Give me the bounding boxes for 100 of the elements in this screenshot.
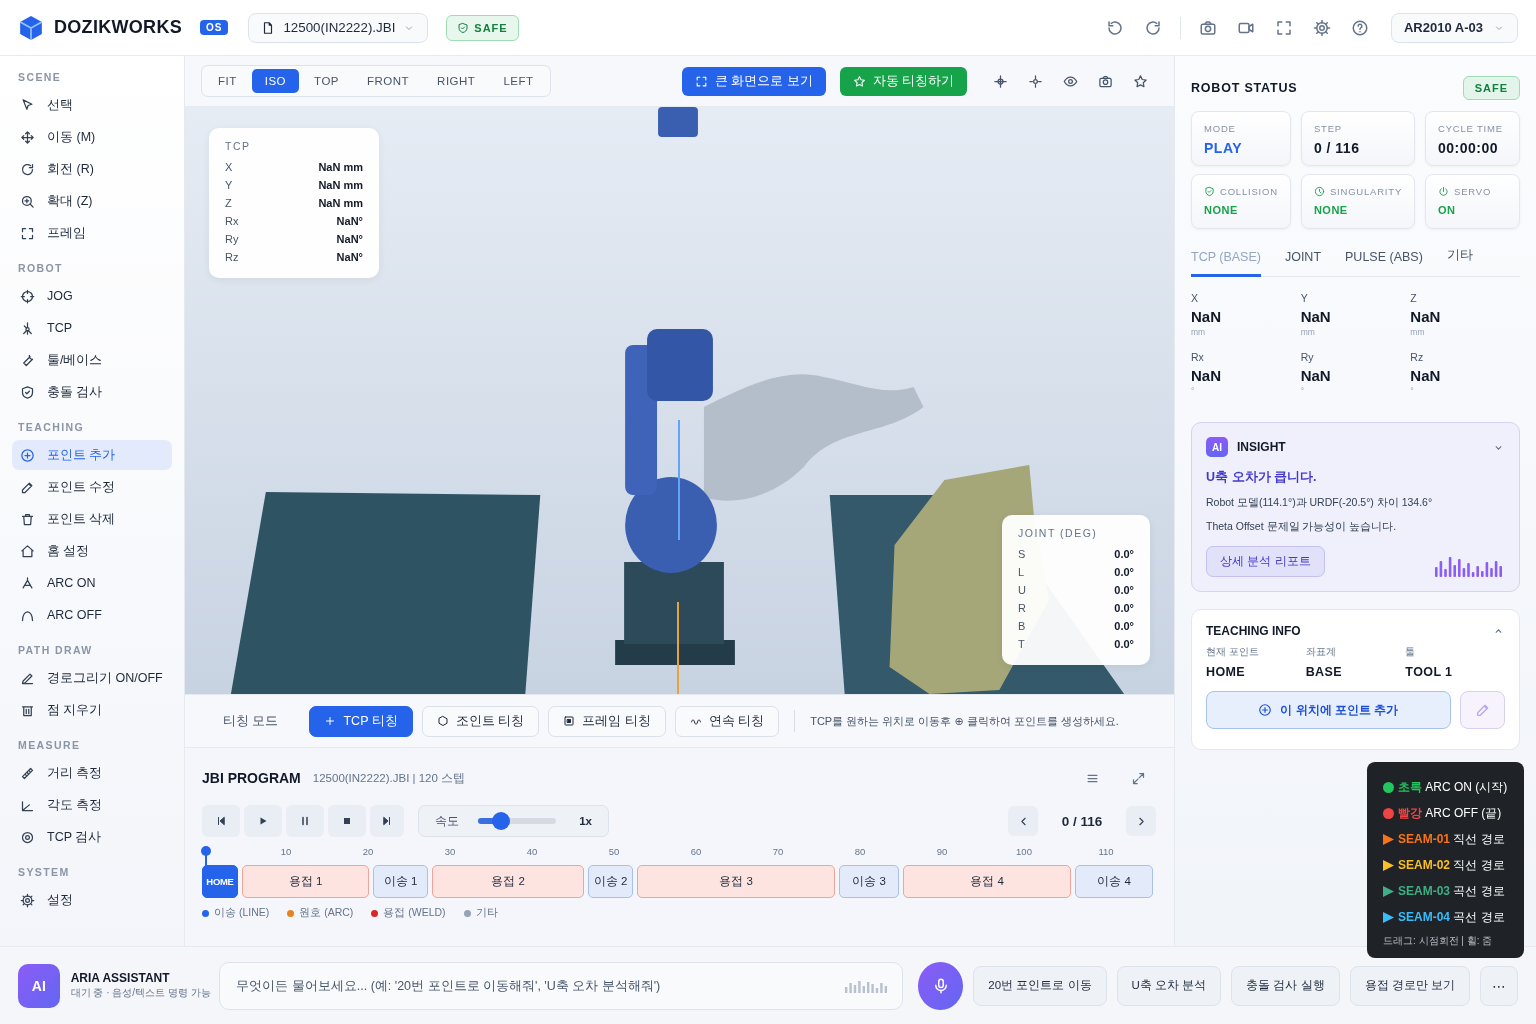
speed-value: 1x — [579, 815, 592, 827]
tick-label: 90 — [935, 846, 949, 859]
teach-mode-button[interactable]: TCP 티칭 — [309, 705, 413, 737]
view-tab[interactable]: LEFT — [490, 69, 547, 93]
hint-text: 드래그: 시점회전 | 휠: 줌 — [1383, 934, 1494, 948]
view-tab[interactable]: FIT — [205, 69, 250, 93]
tick-label: 60 — [689, 846, 703, 859]
safety-badge: SAFE — [1462, 76, 1520, 100]
quick-action-button[interactable]: 충돌 검사 실행 — [1231, 965, 1340, 1006]
sidebar-item[interactable]: 홈 설정 — [12, 536, 172, 566]
fullscreen-button[interactable]: 큰 화면으로 보기 — [681, 66, 826, 96]
sidebar-item[interactable]: 툴/베이스 — [12, 345, 172, 375]
sidebar-item[interactable]: ARC ON — [12, 568, 172, 598]
assistant-status: 대기 중 · 음성/텍스트 명령 가능 — [70, 986, 212, 1000]
coordinate-tab[interactable]: PULSE (ABS) — [1345, 250, 1423, 277]
axis-label: Rz — [1410, 351, 1425, 363]
sidebar-item[interactable]: 프레임 — [12, 218, 172, 248]
legend-text: SEAM-02 직선 경로 — [1398, 856, 1505, 874]
unit-label: ° — [1191, 386, 1196, 396]
sidebar-item[interactable]: 이동 (M) — [12, 122, 172, 152]
status-value: NONE — [1204, 204, 1239, 216]
sidebar-item[interactable]: 포인트 삭제 — [12, 504, 172, 534]
sidebar-item[interactable]: 설정 — [12, 885, 172, 915]
tick-label: 10 — [279, 846, 293, 859]
program-segment[interactable]: 용접 3 — [637, 865, 835, 898]
program-segment[interactable]: HOME — [202, 865, 238, 898]
axis-value: NaN — [1191, 308, 1222, 325]
program-segment[interactable]: 용접 1 — [242, 865, 369, 898]
insight-text: Theta Offset 문제일 가능성이 높습니다. — [1206, 520, 1398, 534]
view-tab[interactable]: FRONT — [354, 69, 423, 93]
section-title: ROBOT — [18, 261, 64, 276]
field-value: TOOL 1 — [1405, 665, 1454, 679]
program-segment[interactable]: 이송 3 — [839, 865, 899, 898]
sidebar-item[interactable]: 포인트 수정 — [12, 472, 172, 502]
quick-action-button[interactable]: 20번 포인트로 이동 — [973, 965, 1107, 1006]
axis-label: Rz — [225, 250, 239, 265]
unit-label: mm — [1191, 327, 1207, 337]
sidebar-item[interactable]: 포인트 추가 — [12, 440, 172, 470]
axis-label: X — [1191, 292, 1199, 304]
field-value: BASE — [1305, 665, 1343, 679]
axis-value: NaN — [1410, 367, 1442, 384]
file-selector[interactable]: 12500(IN2222).JBI — [248, 12, 429, 43]
report-button[interactable]: 상세 분석 리포트 — [1206, 546, 1325, 577]
status-value: ON — [1438, 204, 1457, 216]
axis-label: Y — [1300, 292, 1309, 304]
sidebar-item[interactable]: 점 지우기 — [12, 695, 172, 725]
sidebar-item[interactable]: 충돌 검사 — [12, 377, 172, 407]
teach-mode-button[interactable]: 연속 티칭 — [674, 705, 780, 737]
program-segment[interactable]: 용접 2 — [432, 865, 584, 898]
coordinate-tab[interactable]: JOINT — [1284, 250, 1322, 277]
card-title: TEACHING INFO — [1206, 624, 1302, 638]
axis-value: 0.0° — [1114, 547, 1134, 562]
program-segment[interactable]: 이송 1 — [373, 865, 428, 898]
view-tab[interactable]: ISO — [251, 69, 300, 93]
section-title: SYSTEM — [18, 865, 71, 880]
robot-selector[interactable]: AR2010 A-03 — [1391, 12, 1518, 43]
tick-label: 80 — [853, 846, 867, 859]
program-segment[interactable]: 용접 4 — [903, 865, 1071, 898]
sidebar-item[interactable]: 회전 (R) — [12, 154, 172, 184]
sidebar-item[interactable]: 거리 측정 — [12, 758, 172, 788]
sidebar-item[interactable]: ARC OFF — [12, 600, 172, 630]
program-segment[interactable]: 이송 2 — [588, 865, 633, 898]
view-tab[interactable]: TOP — [301, 69, 352, 93]
legend-item: 이송 (LINE) — [202, 906, 270, 920]
sidebar-item[interactable]: 경로그리기 ON/OFF — [12, 663, 172, 693]
program-segment[interactable]: 이송 4 — [1075, 865, 1153, 898]
axis-label: Y — [225, 178, 233, 193]
teach-mode-button[interactable]: 프레임 티칭 — [548, 705, 666, 737]
tick-label: 100 — [1015, 846, 1033, 859]
quick-action-button[interactable]: U축 오차 분석 — [1116, 965, 1222, 1006]
panel-title: JOINT (DEG) — [1018, 527, 1099, 539]
status-value: 00:00:00 — [1438, 140, 1500, 156]
teach-mode-label: 티칭 모드 — [223, 712, 279, 730]
axis-value: NaN — [1410, 308, 1442, 325]
teach-mode-button[interactable]: 조인트 티칭 — [421, 705, 540, 737]
sidebar-item[interactable]: 선택 — [12, 90, 172, 120]
section-title: SCENE — [18, 70, 63, 85]
sidebar-item[interactable]: JOG — [12, 281, 172, 311]
panel-title: ROBOT STATUS — [1191, 81, 1298, 95]
program-title: JBI PROGRAM — [202, 770, 301, 786]
status-label: MODE — [1204, 122, 1236, 134]
sidebar-item[interactable]: TCP 검사 — [12, 822, 172, 852]
more-button[interactable]: ⋯ — [1480, 965, 1518, 1006]
insight-text: Robot 모델(114.1°)과 URDF(-20.5°) 차이 134.6° — [1206, 496, 1434, 510]
sidebar-item[interactable]: 각도 측정 — [12, 790, 172, 820]
view-tab[interactable]: RIGHT — [424, 69, 489, 93]
quick-action-button[interactable]: 용접 경로만 보기 — [1349, 965, 1471, 1006]
chat-input-field[interactable]: 무엇이든 물어보세요... (예: '20번 포인트로 이동해줘', 'U축 오차 분석해줘') — [219, 961, 903, 1010]
axis-value: 0.0° — [1114, 619, 1134, 634]
field-label: 툴 — [1405, 645, 1417, 659]
axis-value: 0.0° — [1114, 565, 1134, 580]
add-point-button[interactable]: 이 위치에 포인트 추가 — [1206, 691, 1451, 729]
coordinate-tab[interactable]: 기타 — [1446, 247, 1473, 277]
status-value: PLAY — [1204, 140, 1244, 156]
sidebar-item[interactable]: 확대 (Z) — [12, 186, 172, 216]
tick-label: 30 — [443, 846, 457, 859]
sidebar-item[interactable]: TCP — [12, 313, 172, 343]
axis-label: Z — [225, 196, 232, 211]
unit-label: mm — [1300, 327, 1316, 337]
axis-value: NaN° — [336, 250, 363, 265]
